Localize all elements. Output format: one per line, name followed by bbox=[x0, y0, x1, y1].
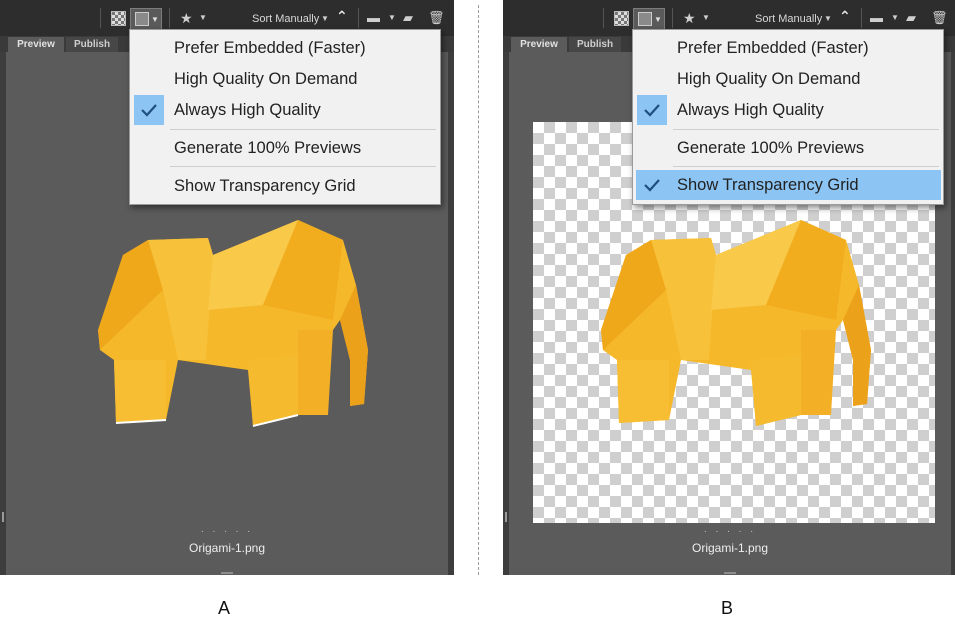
toolbar-separator bbox=[358, 8, 359, 28]
menu-item-generate-100-previews[interactable]: Generate 100% Previews bbox=[633, 133, 943, 163]
menu-item-label: Prefer Embedded (Faster) bbox=[174, 39, 366, 57]
star-icon[interactable]: ★ bbox=[683, 10, 696, 26]
chevron-down-icon[interactable]: ▼ bbox=[702, 10, 710, 26]
caption-b: B bbox=[720, 598, 733, 618]
trash-icon[interactable]: 🗑 bbox=[931, 10, 948, 26]
menu-separator bbox=[170, 166, 436, 167]
menu-separator bbox=[673, 166, 939, 167]
menu-item-always-high-quality[interactable]: Always High Quality bbox=[130, 95, 440, 125]
new-folder-icon[interactable]: ▰ bbox=[906, 10, 916, 26]
resize-grip[interactable] bbox=[2, 512, 4, 522]
menu-separator bbox=[673, 129, 939, 130]
chevron-down-icon[interactable]: ▼ bbox=[199, 10, 207, 26]
chevron-down-icon[interactable]: ▼ bbox=[388, 10, 396, 26]
elephant-image bbox=[601, 220, 871, 426]
transparency-grid-icon[interactable] bbox=[111, 11, 126, 26]
panel-right-edge bbox=[951, 52, 955, 575]
file-name: Origami-1.png bbox=[691, 541, 769, 555]
menu-separator bbox=[170, 129, 436, 130]
preview-panel-a: ▼ ★ ▼ Sort Manually ▼ ⌃ ▬ ▼ ▰ 🗑 Preview … bbox=[0, 0, 454, 575]
preview-quality-icon bbox=[638, 12, 652, 26]
tab-preview[interactable]: Preview bbox=[8, 37, 64, 52]
tab-publish[interactable]: Publish bbox=[569, 37, 621, 52]
new-folder-icon[interactable]: ▰ bbox=[403, 10, 413, 26]
toolbar-separator bbox=[861, 8, 862, 28]
rating-dots[interactable]: . . . . . bbox=[503, 524, 955, 535]
star-icon[interactable]: ★ bbox=[180, 10, 193, 26]
elephant-image bbox=[98, 220, 368, 427]
rating-dots[interactable]: . . . . . bbox=[0, 524, 454, 535]
menu-item-prefer-embedded[interactable]: Prefer Embedded (Faster) bbox=[130, 33, 440, 63]
menu-item-label: Generate 100% Previews bbox=[174, 139, 362, 157]
checkmark-icon bbox=[637, 95, 667, 125]
resize-grip[interactable] bbox=[724, 572, 736, 574]
panel-divider bbox=[478, 5, 479, 575]
transparency-grid-icon[interactable] bbox=[614, 11, 629, 26]
menu-item-label: Always High Quality bbox=[174, 101, 321, 119]
tab-publish[interactable]: Publish bbox=[66, 37, 118, 52]
sort-dropdown[interactable]: Sort Manually bbox=[755, 11, 822, 27]
tab-preview[interactable]: Preview bbox=[511, 37, 567, 52]
preview-quality-button[interactable]: ▼ bbox=[633, 8, 665, 30]
menu-item-high-quality-on-demand[interactable]: High Quality On Demand bbox=[633, 64, 943, 94]
resize-grip[interactable] bbox=[221, 572, 233, 574]
menu-item-show-transparency-grid[interactable]: Show Transparency Grid bbox=[130, 171, 440, 201]
preview-quality-icon bbox=[135, 12, 149, 26]
toolbar-separator bbox=[672, 8, 673, 28]
panel-right-edge bbox=[448, 52, 454, 575]
panel-left-edge bbox=[503, 52, 509, 575]
menu-item-always-high-quality[interactable]: Always High Quality bbox=[633, 95, 943, 125]
menu-item-label: Show Transparency Grid bbox=[174, 177, 356, 195]
menu-item-label: High Quality On Demand bbox=[677, 70, 861, 88]
chevron-down-icon: ▼ bbox=[151, 15, 159, 24]
panel-left-edge bbox=[0, 52, 6, 575]
chevron-down-icon[interactable]: ▼ bbox=[891, 10, 899, 26]
menu-item-label: Prefer Embedded (Faster) bbox=[677, 39, 869, 57]
chevron-down-icon: ▼ bbox=[654, 15, 662, 24]
preview-quality-menu: Prefer Embedded (Faster) High Quality On… bbox=[129, 29, 441, 205]
toolbar-separator bbox=[603, 8, 604, 28]
menu-item-show-transparency-grid[interactable]: Show Transparency Grid bbox=[636, 170, 941, 200]
menu-item-prefer-embedded[interactable]: Prefer Embedded (Faster) bbox=[633, 33, 943, 63]
menu-item-label: Always High Quality bbox=[677, 101, 824, 119]
trash-icon[interactable]: 🗑 bbox=[428, 10, 445, 26]
menu-item-generate-100-previews[interactable]: Generate 100% Previews bbox=[130, 133, 440, 163]
caption-a: A bbox=[217, 598, 230, 618]
folder-icon[interactable]: ▬ bbox=[870, 10, 883, 26]
chevron-down-icon[interactable]: ▼ bbox=[321, 11, 329, 27]
sort-direction-icon[interactable]: ⌃ bbox=[336, 8, 348, 24]
menu-item-high-quality-on-demand[interactable]: High Quality On Demand bbox=[130, 64, 440, 94]
menu-item-label: High Quality On Demand bbox=[174, 70, 358, 88]
toolbar-separator bbox=[169, 8, 170, 28]
checkmark-icon bbox=[134, 95, 164, 125]
sort-direction-icon[interactable]: ⌃ bbox=[839, 8, 851, 24]
menu-item-label: Generate 100% Previews bbox=[677, 139, 865, 157]
preview-quality-menu: Prefer Embedded (Faster) High Quality On… bbox=[632, 29, 944, 205]
menu-item-label: Show Transparency Grid bbox=[677, 176, 859, 194]
checkmark-icon bbox=[637, 170, 667, 200]
sort-dropdown[interactable]: Sort Manually bbox=[252, 11, 319, 27]
preview-panel-b: ▼ ★ ▼ Sort Manually ▼ ⌃ ▬ ▼ ▰ 🗑 Preview … bbox=[503, 0, 955, 575]
resize-grip[interactable] bbox=[505, 512, 507, 522]
chevron-down-icon[interactable]: ▼ bbox=[824, 11, 832, 27]
file-name: Origami-1.png bbox=[188, 541, 266, 555]
toolbar-separator bbox=[100, 8, 101, 28]
preview-quality-button[interactable]: ▼ bbox=[130, 8, 162, 30]
folder-icon[interactable]: ▬ bbox=[367, 10, 380, 26]
